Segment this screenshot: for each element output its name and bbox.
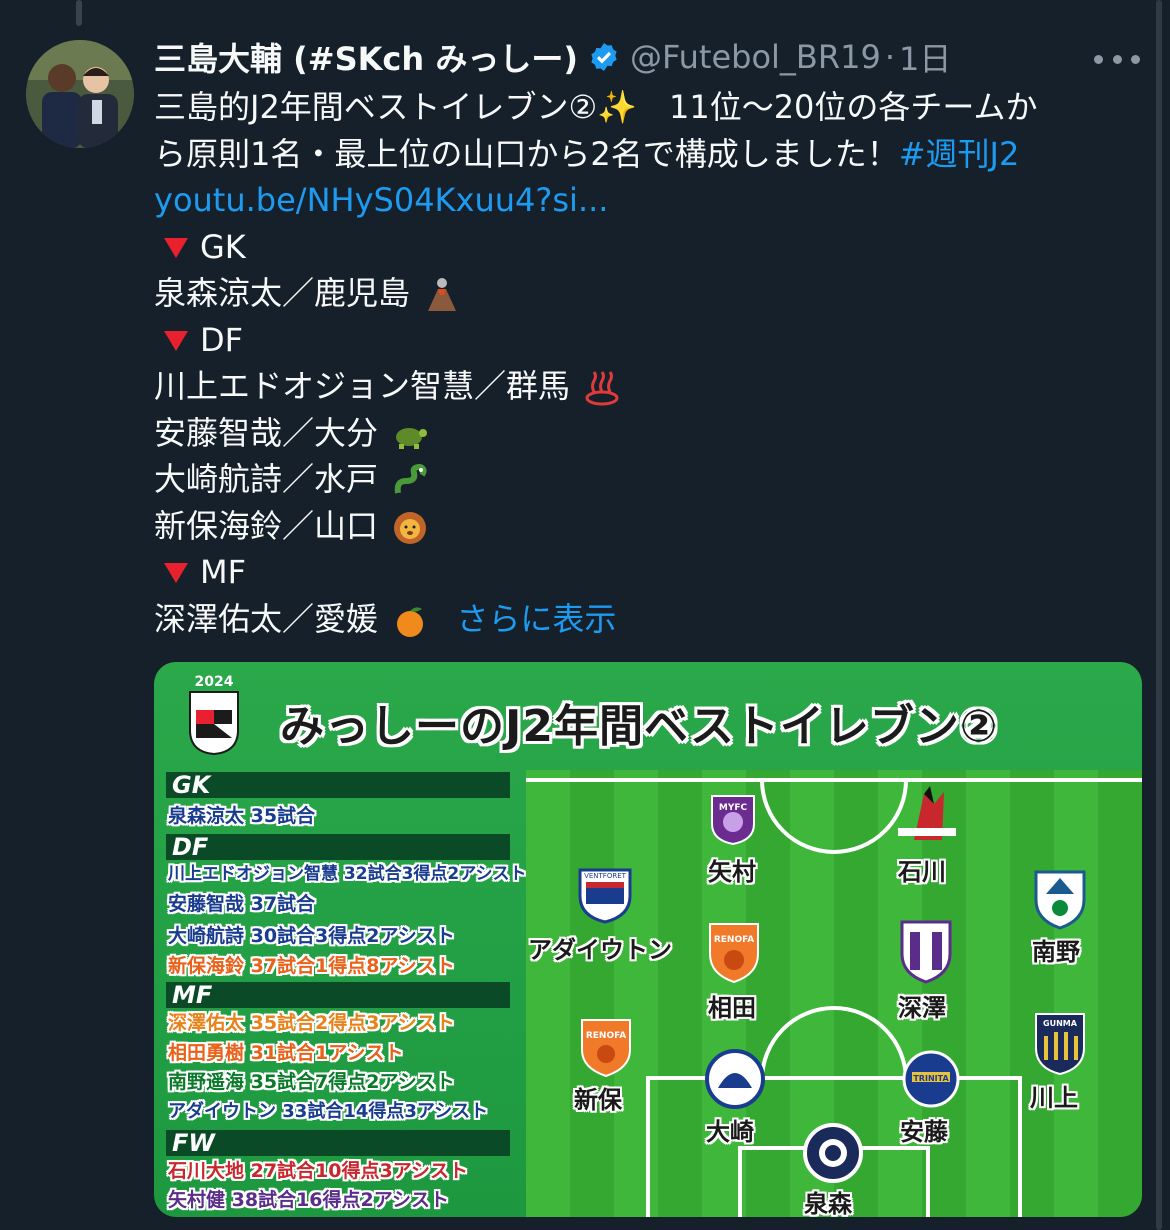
player-minamino: 南野 [1032,938,1080,966]
stat-df-shinbo: 新保海鈴 37試合1得点8アシスト [168,955,455,977]
svg-text:RENOFA: RENOFA [714,935,754,945]
tweet-line: 深澤佑太／愛媛 さらに表示 [154,596,1114,643]
stat-fw-yamura: 矢村健 38試合16得点2アシスト [168,1189,449,1211]
lion-icon [394,511,427,544]
section-gk-header: GK [166,772,510,799]
section-df: DF [154,317,1114,364]
kofu-badge-icon: VENTFORET [578,868,632,924]
mito-badge-icon [705,1049,765,1109]
tweet-line: ら原則1名・最上位の山口から2名で構成しました！#週刊J2 [154,131,1114,178]
svg-text:VENTFORET: VENTFORET [584,872,627,880]
timestamp[interactable]: 1日 [899,34,951,80]
player-line: 川上エドオジョン智慧／群馬 [154,367,571,405]
player-izumimori: 泉森 [804,1190,852,1217]
display-name[interactable]: 三島大輔 (#SKch みっしー) [154,34,578,80]
card-title: みっしーのJ2年間ベストイレブン② [280,701,999,752]
tweet-line: 新保海鈴／山口 [154,503,1114,550]
section-fw-header: FW [166,1130,510,1157]
player-line: 泉森涼太／鹿児島 [154,274,411,312]
youtube-link[interactable]: youtu.be/NHyS04Kxuu4?si... [154,177,1114,224]
fujieda-badge-icon: MYFC [711,795,755,846]
turtle-icon [396,427,428,449]
tangerine-icon [397,606,424,637]
section-gk: GK [154,224,1114,271]
player-line: 深澤佑太／愛媛 [154,599,379,638]
more-options-icon[interactable] [1094,44,1140,74]
svg-text:TRINITA: TRINITA [913,1074,949,1083]
j-league-logo: 2024 [189,674,239,756]
gunma-badge-icon: GUNMA [1035,1013,1085,1076]
tweet-line: 安藤智哉／大分 [154,410,1114,457]
section-df-label: DF [200,320,244,359]
section-df-header: DF [166,834,510,861]
avatar[interactable] [26,40,134,148]
stat-df-osaki: 大崎航詩 30試合3得点2アシスト [168,925,455,947]
card-year: 2024 [195,674,234,690]
section-gk-label: GK [200,227,246,266]
tweet-line: 大崎航詩／水戸 [154,456,1114,503]
player-kawakami: 川上 [1030,1084,1078,1112]
scrollbar[interactable] [1156,0,1162,1230]
red-triangle-icon [164,563,188,583]
red-triangle-icon [164,237,188,258]
hashtag-link[interactable]: #週刊J2 [899,135,1020,173]
tweet-line: 泉森涼太／鹿児島 [154,270,1114,317]
user-handle[interactable]: @Futebol_BR19 [630,38,881,76]
tweet-line: 川上エドオジョン智慧／群馬 [154,363,1114,410]
player-yamura: 矢村 [708,858,756,886]
svg-text:MYFC: MYFC [719,803,748,813]
svg-text:RENOFA: RENOFA [586,1031,626,1041]
tweet-line-text: ら原則1名・最上位の山口から2名で構成しました！ [154,134,899,173]
player-fukazawa: 深澤 [898,994,946,1022]
player-ishikawa: 石川 [898,858,946,886]
dragon-icon [394,463,427,494]
volcano-icon [428,278,457,311]
thread-connector-line [76,0,82,26]
show-more-link[interactable]: さらに表示 [456,600,616,638]
player-osaki: 大崎 [706,1118,754,1146]
oita-badge-icon: TRINITA [902,1050,960,1108]
player-line: 安藤智哉／大分 [154,413,379,452]
ehime-badge-icon [900,920,952,984]
tochigi-badge-icon [1034,870,1086,930]
stat-mf-aida: 相田勇樹 31試合1アシスト [168,1042,404,1064]
section-mf-label: MF [200,553,247,591]
svg-text:GUNMA: GUNMA [1043,1019,1078,1028]
stat-fw-ishikawa: 石川大地 27試合10得点3アシスト [168,1160,468,1182]
kagoshima-badge-icon [803,1123,863,1183]
renofa-badge-icon: RENOFA [581,1019,631,1078]
tweet-text: 三島的J2年間ベストイレブン②✨ 11位〜20位の各チームか ら原則1名・最上位… [154,84,1114,642]
tweet-header: 三島大輔 (#SKch みっしー) @Futebol_BR19 · 1日 [154,34,1134,80]
section-mf: MF [154,549,1114,596]
stat-mf-adaiuton: アダイウトン 33試合14得点3アシスト [168,1101,489,1122]
player-shinbo: 新保 [574,1086,622,1114]
player-aida: 相田 [708,994,756,1022]
section-mf-header: MF [166,982,510,1009]
player-adaiuton: アダイウトン [528,936,672,964]
stat-df-kawakami: 川上エドオジョン智慧 32試合3得点2アシスト [168,864,527,884]
tweet-line: 三島的J2年間ベストイレブン②✨ 11位〜20位の各チームか [154,88,1038,126]
player-line: 新保海鈴／山口 [154,506,379,545]
ventforet-badge-icon [898,786,956,840]
stat-gk-izumimori: 泉森涼太 35試合 [168,805,316,827]
verified-badge-icon[interactable] [588,41,620,73]
stat-mf-fukazawa: 深澤佑太 35試合2得点3アシスト [168,1012,455,1034]
hot-springs-icon [585,371,619,406]
yamaguchi-badge-icon: RENOFA [709,923,759,984]
attached-image[interactable]: 2024 みっしーのJ2年間ベストイレブン② GK 泉森涼太 35試合 DF 川… [154,662,1142,1217]
avatar-photo [26,40,134,148]
player-line: 大崎航詩／水戸 [154,460,379,498]
separator-dot: · [884,38,895,76]
stat-mf-minamino: 南野遥海 35試合7得点2アシスト [168,1071,455,1093]
red-triangle-icon [164,330,188,351]
player-ando: 安藤 [900,1118,948,1146]
stat-df-ando: 安藤智哉 37試合 [168,893,316,915]
